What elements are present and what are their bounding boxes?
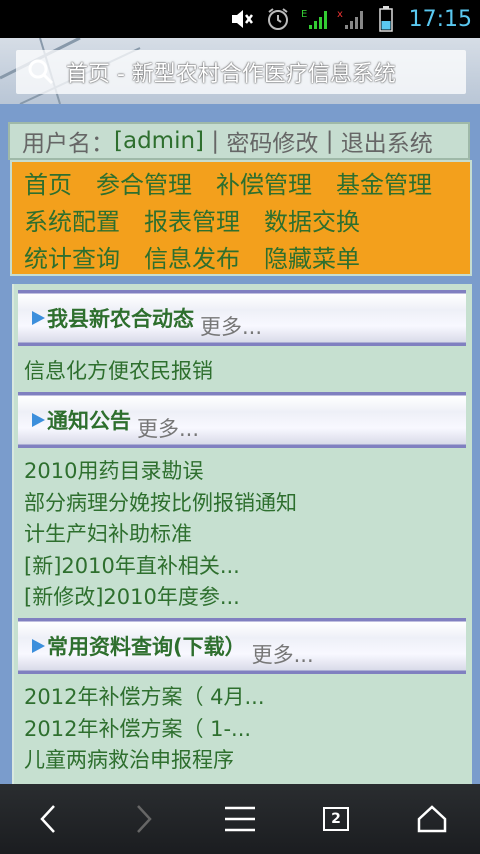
section-header-notices: 通知公告 更多... [18, 392, 466, 448]
list-item[interactable]: [新修改]2010年度参... [24, 582, 464, 614]
username-label: 用户名： [22, 131, 114, 157]
clock: 17:15 [408, 6, 472, 32]
chevron-left-icon [40, 805, 55, 833]
list-item[interactable]: 信息化方便农民报销 [24, 356, 464, 388]
tab-count-badge: 2 [323, 807, 349, 831]
main-menu: 首页 参合管理 补偿管理 基金管理 系统配置 报表管理 数据交换 统计查询 信息… [10, 160, 472, 276]
menu-item-enrollment[interactable]: 参合管理 [96, 165, 192, 200]
user-bar: 用户名： [admin] | 密码修改 | 退出系统 [8, 122, 470, 160]
battery-icon [373, 6, 399, 32]
alarm-icon [265, 7, 291, 31]
browser-nav-bar: 2 [0, 784, 480, 854]
arrow-right-icon [32, 311, 45, 325]
tabs-button[interactable]: 2 [306, 789, 366, 849]
web-page: 用户名： [admin] | 密码修改 | 退出系统 首页 参合管理 补偿管理 … [0, 104, 480, 784]
menu-row: 首页 参合管理 补偿管理 基金管理 [24, 164, 470, 201]
search-icon[interactable] [16, 50, 66, 94]
forward-button[interactable] [114, 789, 174, 849]
menu-item-system-config[interactable]: 系统配置 [24, 202, 120, 237]
downloads-list: 2012年补偿方案（ 4月... 2012年补偿方案（ 1-... 儿童两病救治… [24, 682, 464, 777]
more-link[interactable]: 更多... [200, 311, 262, 341]
browser-header: 首页 - 新型农村合作医疗信息系统 [0, 38, 480, 104]
more-link[interactable]: 更多... [252, 639, 314, 669]
section-header-downloads: 常用资料查询(下载） 更多... [18, 618, 466, 674]
signal-e-icon: E [301, 7, 327, 31]
signal-x-icon: x [337, 7, 363, 31]
back-button[interactable] [18, 789, 78, 849]
more-link[interactable]: 更多... [137, 413, 199, 443]
list-item[interactable]: 2012年补偿方案（ 1-... [24, 714, 464, 746]
menu-button[interactable] [210, 789, 270, 849]
mute-icon [229, 7, 255, 31]
separator: | [318, 128, 341, 154]
svg-text:x: x [337, 9, 343, 20]
status-bar: E x 17:15 [0, 0, 480, 38]
change-password-link[interactable]: 密码修改 [226, 124, 318, 158]
arrow-right-icon [32, 413, 45, 427]
menu-item-data-exchange[interactable]: 数据交换 [264, 202, 360, 237]
menu-row: 系统配置 报表管理 数据交换 [24, 201, 470, 238]
chevron-right-icon [137, 805, 152, 833]
content-panel: 我县新农合动态 更多... 信息化方便农民报销 通知公告 更多... 2010用… [12, 284, 472, 784]
menu-item-compensation[interactable]: 补偿管理 [216, 165, 312, 200]
section-title: 常用资料查询(下载） [47, 635, 246, 659]
menu-item-hide-menu[interactable]: 隐藏菜单 [264, 239, 360, 274]
notices-list: 2010用药目录勘误 部分病理分娩按比例报销通知 计生产妇补助标准 [新]201… [24, 456, 464, 614]
section-header-news: 我县新农合动态 更多... [18, 290, 466, 346]
menu-item-reports[interactable]: 报表管理 [144, 202, 240, 237]
list-item[interactable]: 部分病理分娩按比例报销通知 [24, 488, 464, 520]
menu-item-fund[interactable]: 基金管理 [336, 165, 432, 200]
list-item[interactable]: 2010用药目录勘误 [24, 456, 464, 488]
hamburger-menu-icon [225, 806, 255, 832]
arrow-right-icon [32, 639, 45, 653]
list-item[interactable]: 2012年补偿方案（ 4月... [24, 682, 464, 714]
address-bar[interactable]: 首页 - 新型农村合作医疗信息系统 [16, 50, 466, 94]
home-button[interactable] [402, 789, 462, 849]
menu-item-home[interactable]: 首页 [24, 165, 72, 200]
list-item[interactable]: 儿童两病救治申报程序 [24, 745, 464, 777]
list-item[interactable]: [新]2010年直补相关... [24, 551, 464, 583]
list-item[interactable]: 计生产妇补助标准 [24, 519, 464, 551]
home-icon [417, 805, 447, 833]
menu-item-publish[interactable]: 信息发布 [144, 239, 240, 274]
menu-item-statistics[interactable]: 统计查询 [24, 239, 120, 274]
page-title: 首页 - 新型农村合作医疗信息系统 [66, 62, 396, 87]
username-value: [admin] [114, 128, 205, 154]
menu-row: 统计查询 信息发布 隐藏菜单 [24, 238, 470, 275]
section-title: 我县新农合动态 [47, 307, 194, 331]
separator: | [204, 128, 227, 154]
news-list: 信息化方便农民报销 [24, 356, 464, 388]
logout-link[interactable]: 退出系统 [341, 124, 433, 158]
section-title: 通知公告 [47, 409, 131, 433]
svg-text:E: E [301, 9, 307, 20]
